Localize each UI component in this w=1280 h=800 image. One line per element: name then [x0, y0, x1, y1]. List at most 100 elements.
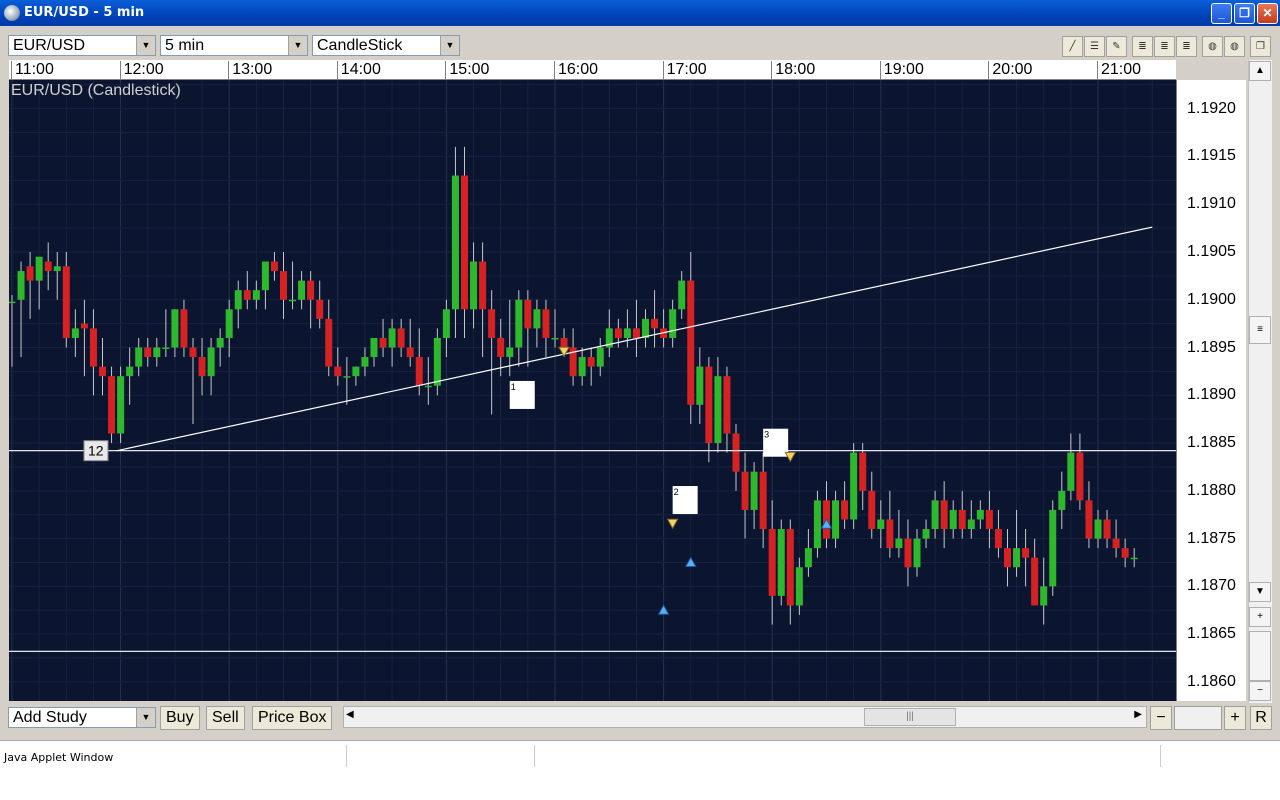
- time-scale-track[interactable]: [1174, 706, 1222, 730]
- candle-up: [343, 376, 351, 378]
- candle-up: [289, 299, 297, 302]
- horizontal-scrollbar[interactable]: ◀ ||| ▶: [343, 706, 1147, 728]
- candle-up: [451, 175, 459, 310]
- chart-type-select[interactable]: CandleStick ▼: [312, 35, 460, 56]
- zoom-out-button[interactable]: ◍: [1224, 36, 1245, 57]
- candle-down: [732, 433, 740, 472]
- candle-down: [524, 299, 532, 329]
- candle-down: [741, 471, 749, 510]
- candle-up: [642, 318, 649, 338]
- chevron-down-icon[interactable]: ▼: [288, 36, 307, 55]
- candle-up: [877, 519, 885, 530]
- zoom-in-icon: ◍: [1208, 41, 1217, 52]
- channel-lines-icon: ≣: [1160, 41, 1169, 52]
- draw-hline-button[interactable]: ☰: [1084, 36, 1105, 57]
- candle-up: [117, 376, 125, 434]
- candle-down: [270, 261, 278, 272]
- vertical-zoom-in-button[interactable]: +: [1249, 607, 1271, 627]
- zoom-out-time-button[interactable]: −: [1150, 706, 1172, 730]
- interval-value: 5 min: [165, 37, 205, 54]
- chart-type-value: CandleStick: [317, 37, 403, 54]
- sell-button[interactable]: Sell: [206, 706, 245, 730]
- candle-down: [379, 337, 387, 348]
- candle-up: [370, 337, 378, 358]
- fib-tool-button[interactable]: ≣: [1132, 36, 1153, 57]
- channel-tool-button[interactable]: ≣: [1154, 36, 1175, 57]
- candle-up: [533, 309, 541, 329]
- draw-tool-button[interactable]: ✎: [1106, 36, 1127, 57]
- candle-up: [1067, 452, 1075, 491]
- vertical-scroll-thumb[interactable]: ≡: [1249, 316, 1271, 344]
- time-axis-label: 20:00: [988, 61, 1032, 79]
- interval-select[interactable]: 5 min ▼: [160, 35, 308, 56]
- candle-down: [397, 328, 405, 348]
- scroll-up-button[interactable]: ▲: [1249, 61, 1271, 81]
- vertical-zoom-out-button[interactable]: −: [1249, 681, 1271, 701]
- chevron-down-icon[interactable]: ▼: [440, 36, 459, 55]
- candle-up: [850, 452, 858, 520]
- scroll-right-icon[interactable]: ▶: [1134, 709, 1142, 720]
- candle-up: [352, 366, 360, 377]
- price-box-button[interactable]: Price Box: [252, 706, 333, 730]
- candle-up: [225, 309, 233, 338]
- annotation-label: 1: [511, 382, 516, 392]
- candle-down: [723, 376, 731, 434]
- candle-up: [777, 529, 785, 596]
- symbol-select[interactable]: EUR/USD ▼: [8, 35, 156, 56]
- price-axis-label: 1.1870: [1187, 577, 1236, 595]
- candle-down: [89, 328, 97, 367]
- minimize-button[interactable]: _: [1211, 3, 1232, 24]
- candle-down: [1031, 557, 1039, 606]
- candle-up: [551, 337, 559, 340]
- price-axis: 1.1920 1.1915 1.1910 1.1905 1.1900 1.1895 1.18…: [1176, 80, 1246, 701]
- close-button[interactable]: ✕: [1257, 3, 1278, 24]
- candle-down: [786, 529, 794, 606]
- chart-plot-area[interactable]: 12 1 2 3 EUR/USD (Candlestick): [8, 80, 1180, 701]
- candle-up: [470, 261, 478, 310]
- candle-down: [651, 318, 659, 329]
- candle-up: [135, 347, 143, 367]
- zoom-in-time-button[interactable]: +: [1224, 706, 1246, 730]
- candle-up: [949, 509, 957, 530]
- maximize-button[interactable]: ❐: [1234, 3, 1255, 24]
- candle-up: [298, 280, 306, 300]
- candle-down: [868, 490, 876, 530]
- candle-down: [1076, 452, 1084, 501]
- candle-down: [280, 271, 287, 300]
- buy-button[interactable]: Buy: [160, 706, 200, 730]
- vertical-scale-track[interactable]: [1249, 631, 1271, 681]
- symbol-value: EUR/USD: [13, 37, 86, 54]
- candle-up: [261, 261, 269, 291]
- scroll-left-icon[interactable]: ◀: [346, 709, 354, 720]
- candle-down: [62, 266, 70, 338]
- candle-down: [316, 299, 324, 319]
- candle-up: [162, 347, 170, 350]
- candle-up: [696, 366, 704, 405]
- time-axis-label: 18:00: [771, 61, 815, 79]
- candle-down: [705, 366, 713, 444]
- chevron-down-icon[interactable]: ▼: [136, 36, 155, 55]
- time-axis: 11:00 12:00 13:00 14:00 15:00 16:00 17:00 18:00…: [9, 60, 1176, 80]
- reset-button[interactable]: R: [1250, 706, 1272, 730]
- time-axis-label: 17:00: [662, 61, 707, 79]
- time-axis-label: 12:00: [119, 61, 164, 79]
- scroll-down-button[interactable]: ▼: [1249, 582, 1271, 602]
- price-axis-label: 1.1915: [1187, 147, 1236, 165]
- candle-down: [1103, 519, 1111, 539]
- time-axis-label: 14:00: [336, 61, 381, 79]
- price-axis-label: 1.1910: [1187, 195, 1236, 213]
- zoom-in-button[interactable]: ◍: [1202, 36, 1223, 57]
- candle-down: [886, 519, 894, 549]
- candle-up: [804, 548, 812, 568]
- candle-down: [841, 500, 849, 520]
- candle-down: [144, 347, 152, 358]
- chevron-down-icon[interactable]: ▼: [136, 708, 155, 727]
- draw-line-button[interactable]: ╱: [1062, 36, 1083, 57]
- pencil-tool-icon: ✎: [1112, 41, 1121, 52]
- detach-button[interactable]: ❐: [1250, 36, 1271, 57]
- grid-tool-button[interactable]: ≣: [1176, 36, 1197, 57]
- add-study-select[interactable]: Add Study ▼: [8, 707, 156, 728]
- horizontal-scroll-thumb[interactable]: |||: [864, 708, 956, 726]
- time-axis-label: 21:00: [1097, 61, 1141, 79]
- candlestick-chart[interactable]: 12123 EUR/USD (Candlestick): [8, 80, 1180, 701]
